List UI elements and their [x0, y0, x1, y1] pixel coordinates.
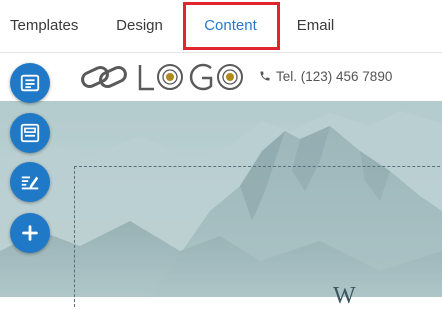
plus-icon	[22, 225, 38, 241]
layout-button[interactable]	[10, 63, 50, 103]
tab-templates[interactable]: Templates	[10, 0, 78, 52]
section-icon	[20, 123, 40, 143]
hero-image[interactable]	[0, 101, 442, 297]
phone-icon	[260, 71, 270, 81]
edit-text-button[interactable]	[10, 162, 50, 202]
top-tab-bar: Templates Design Content Email	[0, 0, 442, 53]
logo	[81, 63, 243, 91]
mountain-image	[0, 101, 442, 297]
phone-info: Tel. (123) 456 7890	[259, 66, 392, 86]
tab-design[interactable]: Design	[116, 0, 163, 52]
phone-text: Tel. (123) 456 7890	[276, 68, 393, 84]
edit-text-icon	[21, 176, 39, 190]
tab-email[interactable]: Email	[296, 0, 335, 52]
tab-content[interactable]: Content	[183, 0, 278, 52]
section-button[interactable]	[10, 113, 50, 153]
add-button[interactable]	[10, 213, 50, 253]
email-header[interactable]: Tel. (123) 456 7890	[0, 53, 442, 101]
layout-icon	[20, 74, 40, 92]
